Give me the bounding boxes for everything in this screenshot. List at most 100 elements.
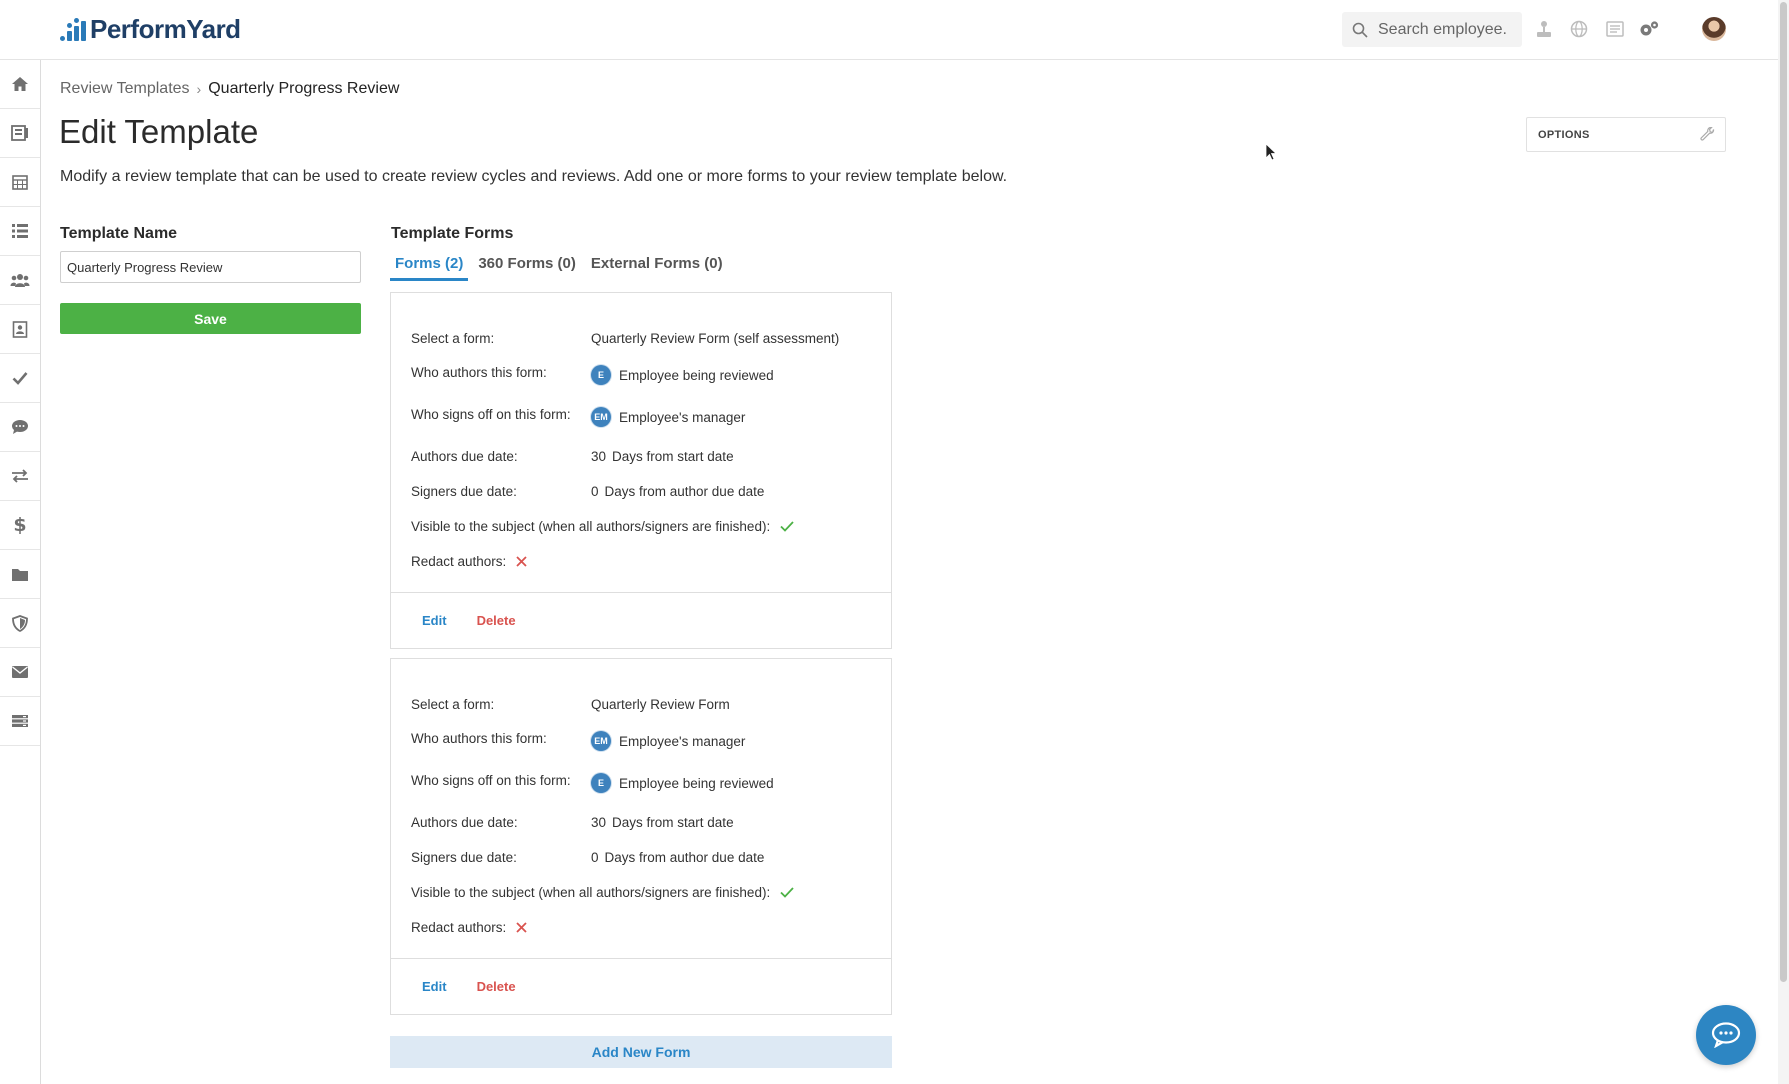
edit-form-link[interactable]: Edit: [422, 613, 447, 628]
wrench-icon: [1700, 127, 1715, 141]
sidebar-item-list[interactable]: [0, 207, 40, 256]
authors-due-label: Authors due date:: [411, 449, 518, 464]
form-actions: Edit Delete: [391, 593, 891, 648]
breadcrumb-parent-link[interactable]: Review Templates: [60, 80, 190, 98]
sidebar-item-messages[interactable]: [0, 648, 40, 697]
chat-icon: [12, 420, 28, 434]
page-description: Modify a review template that can be use…: [60, 168, 1008, 185]
author-name: Employee being reviewed: [619, 367, 774, 383]
add-new-form-button[interactable]: Add New Form: [390, 1036, 892, 1068]
mouse-cursor-icon: [1265, 143, 1278, 166]
page-title: Edit Template: [59, 113, 259, 150]
form-name: Quarterly Review Form (self assessment): [591, 331, 840, 346]
folder-icon: [12, 568, 28, 581]
authors-due-text: Days from start date: [612, 815, 734, 830]
breadcrumb-separator: ›: [196, 81, 202, 97]
template-name-label: Template Name: [60, 225, 178, 242]
who-authors-label: Who authors this form:: [411, 731, 547, 746]
authors-due-label: Authors due date:: [411, 815, 518, 830]
signer-name: Employee being reviewed: [619, 775, 774, 791]
form-name: Quarterly Review Form: [591, 697, 730, 712]
envelope-icon: [12, 666, 28, 678]
search-input[interactable]: [1378, 20, 1508, 39]
visible-check-icon: [780, 887, 794, 898]
redact-cross-icon: [516, 556, 527, 567]
save-button[interactable]: Save: [60, 303, 361, 334]
sidebar-item-security[interactable]: [0, 599, 40, 648]
signers-due-label: Signers due date:: [411, 850, 517, 865]
redact-label: Redact authors:: [411, 554, 507, 569]
form-tabs: Forms (2) 360 Forms (0) External Forms (…: [390, 255, 733, 281]
signer-badge: E: [591, 773, 611, 793]
tab-forms[interactable]: Forms (2): [390, 255, 469, 281]
template-name-input[interactable]: [60, 251, 361, 283]
search-icon: [1352, 22, 1368, 38]
page-scrollbar[interactable]: [1778, 0, 1789, 1084]
news-icon[interactable]: [1604, 18, 1626, 40]
redact-row: Redact authors:: [411, 554, 527, 569]
storage-icon: [12, 715, 28, 727]
sidebar-item-storage[interactable]: [0, 697, 40, 746]
authors-due-value: 30 Days from start date: [591, 449, 734, 464]
options-button[interactable]: OPTIONS: [1526, 117, 1726, 152]
author-value: E Employee being reviewed: [591, 365, 774, 385]
sidebar-item-transfers[interactable]: [0, 452, 40, 501]
signer-value: E Employee being reviewed: [591, 773, 774, 793]
author-badge: E: [591, 365, 611, 385]
author-name: Employee's manager: [619, 733, 746, 749]
select-form-label: Select a form:: [411, 331, 495, 346]
breadcrumb-current: Quarterly Progress Review: [208, 80, 400, 97]
visible-check-icon: [780, 521, 794, 532]
sidebar-item-documents[interactable]: [0, 550, 40, 599]
shield-icon: [12, 614, 28, 632]
signer-name: Employee's manager: [619, 409, 746, 425]
sidebar-item-people[interactable]: [0, 256, 40, 305]
sidebar-item-compensation[interactable]: $: [0, 501, 40, 550]
sidebar-item-tasks[interactable]: [0, 354, 40, 403]
globe-icon[interactable]: [1568, 18, 1590, 40]
contact-card-icon: [12, 320, 28, 338]
select-form-label: Select a form:: [411, 697, 495, 712]
form-details: Select a form: Quarterly Review Form (se…: [391, 293, 891, 593]
signers-due-label: Signers due date:: [411, 484, 517, 499]
form-card: Select a form: Quarterly Review Form Who…: [390, 658, 892, 1015]
sidebar-item-calendar[interactable]: [0, 158, 40, 207]
employee-search[interactable]: [1342, 12, 1522, 47]
sidebar-item-home[interactable]: [0, 60, 40, 109]
tab-external-forms[interactable]: External Forms (0): [586, 255, 728, 281]
signer-badge: EM: [591, 407, 611, 427]
sidebar-item-reviews[interactable]: [0, 109, 40, 158]
delete-form-link[interactable]: Delete: [477, 979, 516, 994]
form-details: Select a form: Quarterly Review Form Who…: [391, 659, 891, 959]
checkmark-icon: [12, 372, 28, 385]
breadcrumb: Review Templates › Quarterly Progress Re…: [60, 80, 399, 98]
user-avatar[interactable]: [1702, 17, 1726, 41]
performyard-logo[interactable]: PerformYard: [60, 14, 241, 45]
chat-support-button[interactable]: [1696, 1005, 1756, 1065]
reviews-icon: [11, 125, 28, 141]
authors-due-days: 30: [591, 449, 607, 464]
delete-form-link[interactable]: Delete: [477, 613, 516, 628]
org-chart-icon[interactable]: [1533, 18, 1555, 40]
left-sidebar: $: [0, 60, 41, 1084]
settings-gear-icon[interactable]: [1638, 18, 1660, 40]
list-icon: [12, 224, 28, 238]
scrollbar-thumb[interactable]: [1780, 2, 1787, 982]
visible-label: Visible to the subject (when all authors…: [411, 519, 771, 534]
signers-due-text: Days from author due date: [604, 850, 765, 865]
tab-360-forms[interactable]: 360 Forms (0): [473, 255, 581, 281]
who-signs-label: Who signs off on this form:: [411, 407, 571, 422]
sidebar-item-feedback[interactable]: [0, 403, 40, 452]
signers-due-value: 0 Days from author due date: [591, 484, 764, 499]
top-bar: PerformYard: [0, 0, 1778, 60]
signer-value: EM Employee's manager: [591, 407, 745, 427]
sidebar-item-contacts[interactable]: [0, 305, 40, 354]
authors-due-value: 30 Days from start date: [591, 815, 734, 830]
edit-form-link[interactable]: Edit: [422, 979, 447, 994]
visible-row: Visible to the subject (when all authors…: [411, 519, 794, 534]
author-badge: EM: [591, 731, 611, 751]
signers-due-days: 0: [591, 850, 599, 865]
author-value: EM Employee's manager: [591, 731, 745, 751]
signers-due-days: 0: [591, 484, 599, 499]
who-authors-label: Who authors this form:: [411, 365, 547, 380]
